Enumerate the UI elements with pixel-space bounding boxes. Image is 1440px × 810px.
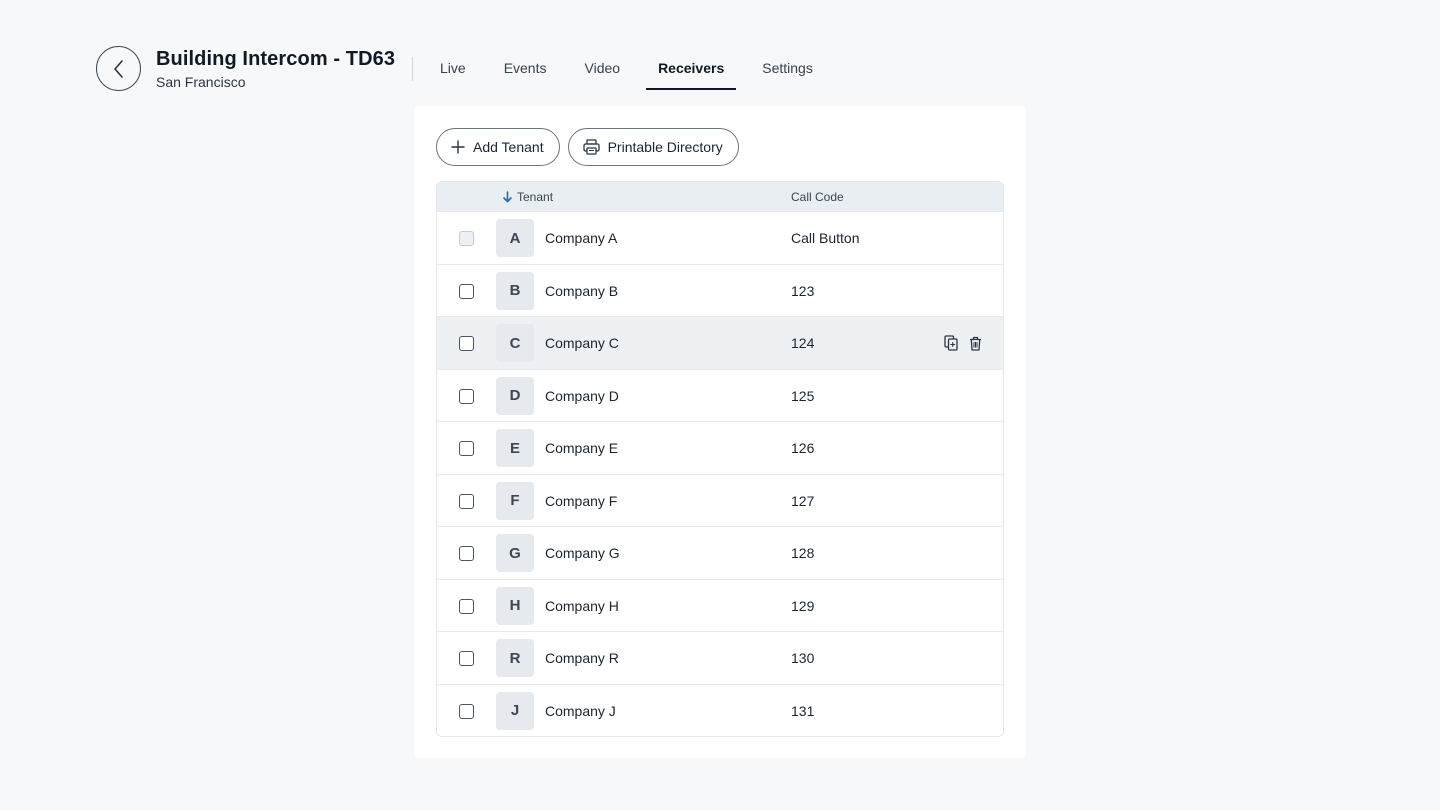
table-row[interactable]: C Company C 124 [437,316,1003,369]
tab-receivers[interactable]: Receivers [646,50,737,90]
printable-directory-button[interactable]: Printable Directory [567,128,739,166]
tenant-name: Company R [545,650,619,666]
tenant-name: Company J [545,702,616,719]
tenant-name: Company G [545,545,620,561]
table-row[interactable]: G Company G 128 [437,526,1003,579]
tenant-avatar: G [496,534,534,572]
row-checkbox[interactable] [459,388,474,404]
tenant-name: Company B [545,282,619,299]
table-row[interactable]: D Company D 125 [437,368,1003,421]
tenant-name: Company A [545,230,618,246]
tenant-avatar: D [496,376,534,415]
receivers-card: Add Tenant Printable Directory Tenant Ca… [414,106,1026,758]
tenant-name: Company H [545,597,619,614]
table-row[interactable]: H Company H 129 [437,578,1003,631]
row-actions [943,334,983,352]
copy-icon[interactable] [943,334,959,352]
table-row[interactable]: E Company E 126 [437,421,1003,474]
tab-settings[interactable]: Settings [750,50,825,90]
tenant-avatar: R [496,639,534,677]
call-code: 126 [791,440,815,456]
call-code: 124 [791,335,815,351]
call-code: 123 [791,282,815,299]
call-code: Call Button [791,230,860,246]
table-header: Tenant Call Code [437,182,1003,211]
call-code: 130 [791,650,815,666]
tenant-name: Company D [545,387,619,404]
tab-bar: Live Events Video Receivers Settings [428,50,839,90]
table-row[interactable]: A Company A Call Button [437,211,1003,264]
row-checkbox[interactable] [459,651,474,666]
tenant-avatar: C [496,324,534,362]
back-button[interactable] [96,46,141,91]
tenant-avatar: E [496,429,534,467]
row-checkbox[interactable] [459,546,474,561]
printable-directory-label: Printable Directory [607,139,723,155]
tenant-avatar: F [496,481,534,520]
tenant-column-label: Tenant [517,190,554,204]
call-code: 127 [791,492,815,509]
row-checkbox[interactable] [459,493,474,509]
header-divider [412,57,413,81]
call-code: 129 [791,597,815,614]
call-code: 131 [791,702,815,719]
toolbar: Add Tenant Printable Directory [436,128,739,166]
arrow-down-icon [503,191,512,203]
title-block: Building Intercom - TD63 San Francisco [156,48,395,90]
call-code-column-header[interactable]: Call Code [791,190,844,204]
row-checkbox [459,231,474,246]
tab-video[interactable]: Video [573,50,633,90]
row-checkbox[interactable] [459,283,474,299]
table-row[interactable]: B Company B 123 [437,263,1003,316]
tenant-avatar: H [496,586,534,625]
page-subtitle: San Francisco [156,74,246,90]
table-row[interactable]: J Company J 131 [437,683,1003,736]
page-title: Building Intercom - TD63 [156,48,396,70]
tenant-avatar: J [496,691,534,730]
tenant-name: Company C [545,335,619,351]
tenant-table: Tenant Call Code A Company A Call Button… [436,181,1004,737]
table-row[interactable]: R Company R 130 [437,631,1003,684]
table-row[interactable]: F Company F 127 [437,473,1003,526]
row-checkbox[interactable] [459,336,474,351]
call-code: 128 [791,545,815,561]
plus-icon [451,140,465,154]
row-checkbox[interactable] [459,598,474,614]
tenant-column-header[interactable]: Tenant [503,190,553,204]
tab-live[interactable]: Live [428,50,478,90]
trash-icon[interactable] [967,334,983,352]
tab-events[interactable]: Events [492,50,559,90]
tenant-avatar: A [496,219,534,257]
tenant-name: Company F [545,492,618,509]
add-tenant-label: Add Tenant [473,139,544,155]
tenant-name: Company E [545,440,619,456]
row-checkbox[interactable] [459,703,474,719]
add-tenant-button[interactable]: Add Tenant [436,128,560,166]
row-checkbox[interactable] [459,441,474,456]
chevron-left-icon [113,59,123,78]
tenant-avatar: B [496,271,534,310]
call-code: 125 [791,387,815,404]
printer-icon [582,139,600,155]
